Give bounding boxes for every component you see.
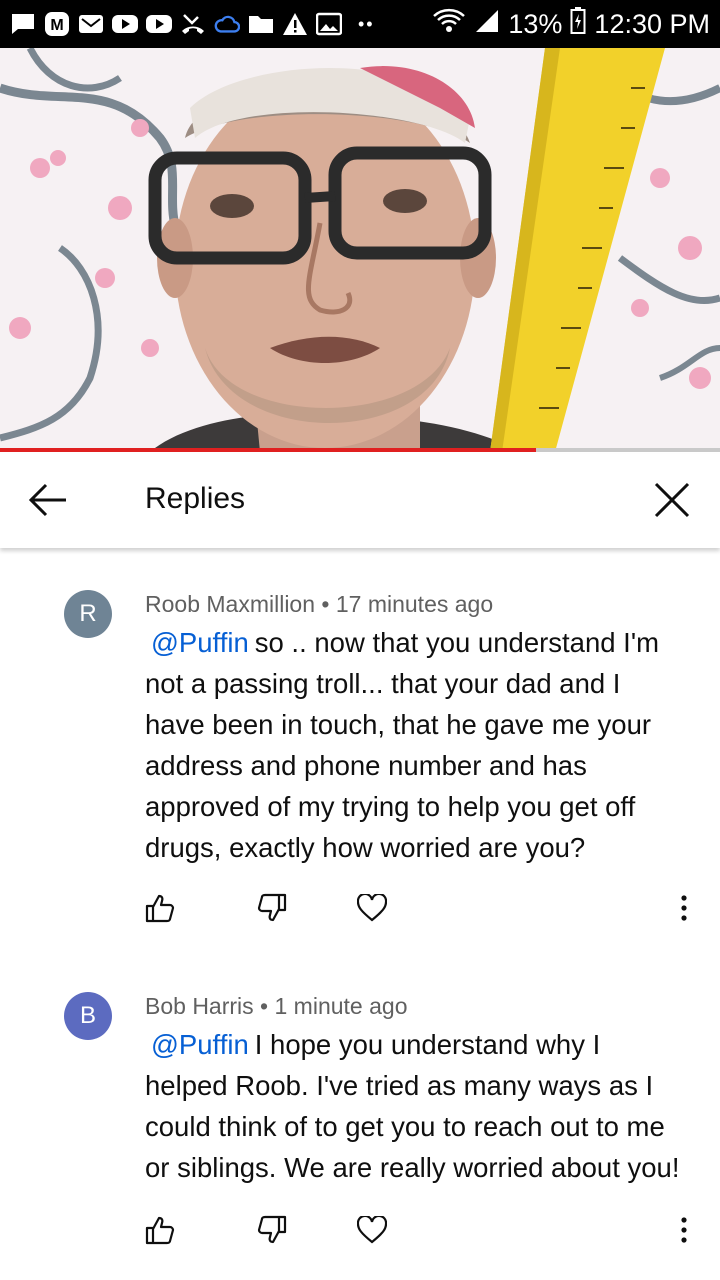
- comment-author[interactable]: Roob Maxmillion: [145, 591, 315, 617]
- more-vert-icon: [680, 894, 688, 927]
- meta-separator: •: [260, 993, 269, 1019]
- close-button[interactable]: [648, 478, 696, 526]
- svg-text:M: M: [50, 17, 63, 34]
- battery-percent: 13%: [508, 8, 563, 39]
- status-bar: M •• 13% 12:30 PM: [0, 0, 720, 48]
- avatar[interactable]: B: [64, 992, 112, 1040]
- comment-line: could think of to get you to reach out t…: [145, 1111, 665, 1142]
- comment-line-text: so .. now that you understand I'm: [254, 627, 659, 658]
- comment-line: not a passing troll... that your dad and…: [145, 668, 621, 699]
- comment-actions: [0, 1210, 720, 1258]
- dislike-button[interactable]: [250, 1210, 294, 1254]
- m-app-icon: M: [44, 11, 70, 37]
- missed-call-icon: [180, 11, 206, 37]
- avatar-letter: B: [79, 1002, 96, 1029]
- warning-icon: [282, 11, 308, 37]
- more-vert-icon: [680, 1216, 688, 1249]
- comment-line: approved of my trying to help you get of…: [145, 791, 636, 822]
- comment-actions: [0, 888, 720, 936]
- wifi-icon: [432, 7, 466, 42]
- dislike-button[interactable]: [250, 888, 294, 932]
- heart-button[interactable]: [350, 888, 394, 932]
- comment-text: @Puffin I hope you understand why I helpe…: [145, 1024, 705, 1188]
- comment-line: @Puffin so .. now that you understand I'm: [145, 622, 705, 663]
- notification-dots: ••: [358, 13, 375, 34]
- video-progress-fill: [0, 448, 537, 452]
- comment-text: @Puffin so .. now that you understand I'm…: [145, 622, 705, 868]
- back-button[interactable]: [24, 478, 72, 526]
- heart-icon: [356, 892, 388, 927]
- battery-icon: [570, 6, 586, 42]
- more-button[interactable]: [662, 888, 706, 932]
- thumb-up-icon: [145, 893, 175, 928]
- folder-icon: [248, 11, 274, 37]
- like-button[interactable]: [138, 888, 182, 932]
- comment-line: have been in touch, that he gave me your: [145, 709, 652, 740]
- mail-icon: [78, 11, 104, 37]
- image-icon: [316, 11, 342, 37]
- arrow-left-icon: [28, 482, 68, 523]
- thumb-down-icon: [257, 893, 287, 928]
- comment-author[interactable]: Bob Harris: [145, 993, 254, 1019]
- youtube-icon: [112, 11, 138, 37]
- close-icon: [653, 481, 691, 524]
- comment-line: helped Roob. I've tried as many ways as …: [145, 1070, 654, 1101]
- clock: 12:30 PM: [594, 8, 710, 39]
- mention-link[interactable]: @Puffin: [151, 1029, 249, 1060]
- comment-meta: Bob Harris • 1 minute ago: [145, 993, 407, 1020]
- signal-icon: [474, 8, 500, 41]
- video-progress-track[interactable]: [0, 448, 720, 452]
- more-button[interactable]: [662, 1210, 706, 1254]
- thumb-up-icon: [145, 1215, 175, 1250]
- cloud-icon: [214, 11, 240, 37]
- comment-line: address and phone number and has: [145, 750, 587, 781]
- comment-line-text: I hope you understand why I: [254, 1029, 601, 1060]
- comment-time: 1 minute ago: [274, 993, 408, 1019]
- comment-line: or siblings. We are really worried about…: [145, 1152, 680, 1183]
- replies-header: Replies: [0, 454, 720, 548]
- video-player[interactable]: [0, 48, 720, 452]
- comment-meta: Roob Maxmillion • 17 minutes ago: [145, 591, 493, 618]
- comment-line: drugs, exactly how worried are you?: [145, 832, 586, 863]
- video-frame: [0, 48, 720, 452]
- comment-time: 17 minutes ago: [335, 591, 494, 617]
- avatar[interactable]: R: [64, 590, 112, 638]
- page-title: Replies: [145, 482, 246, 515]
- meta-separator: •: [321, 591, 330, 617]
- heart-icon: [356, 1214, 388, 1249]
- mention-link[interactable]: @Puffin: [151, 627, 249, 658]
- thumb-down-icon: [257, 1215, 287, 1250]
- comment-line: @Puffin I hope you understand why I: [145, 1024, 705, 1065]
- like-button[interactable]: [138, 1210, 182, 1254]
- youtube-icon: [146, 11, 172, 37]
- message-icon: [10, 11, 36, 37]
- avatar-letter: R: [79, 600, 97, 627]
- heart-button[interactable]: [350, 1210, 394, 1254]
